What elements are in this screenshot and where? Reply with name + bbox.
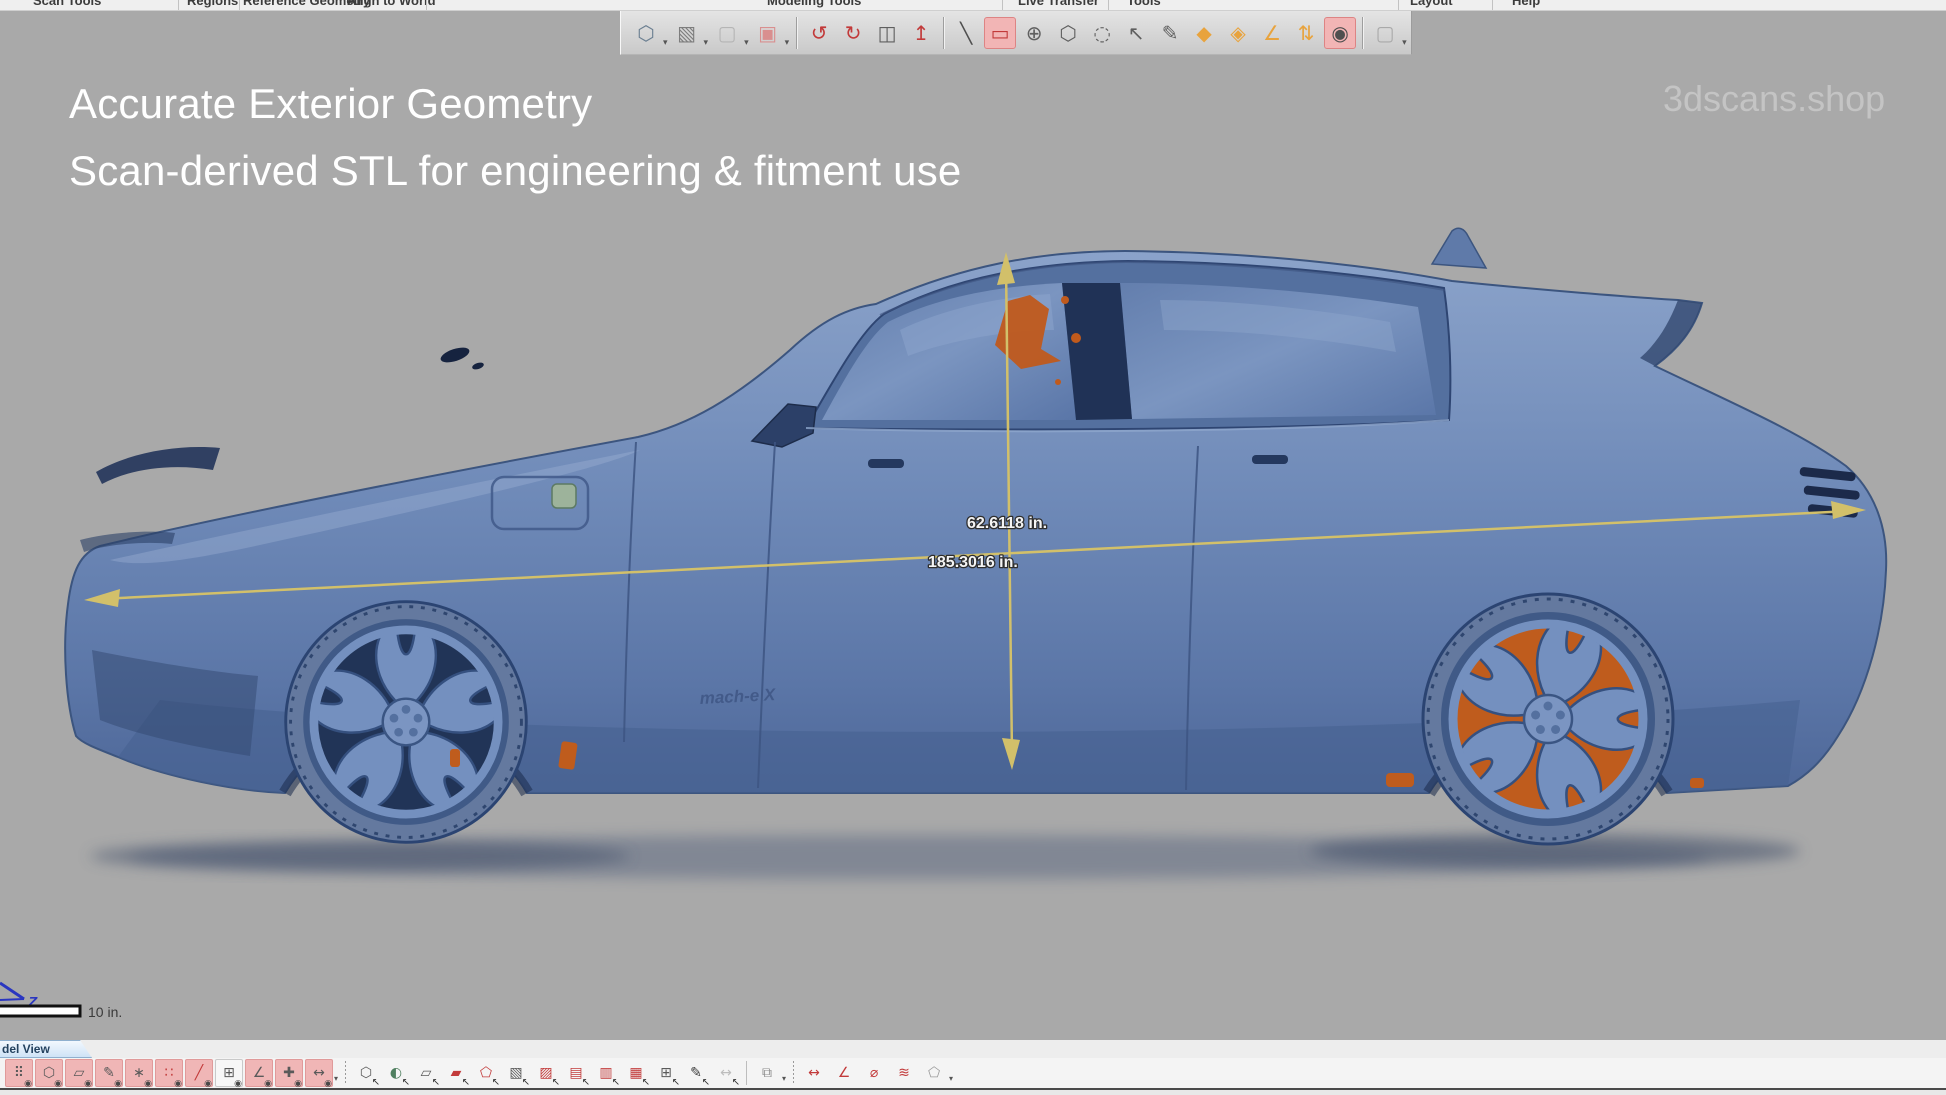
- menu-separator: [1108, 0, 1109, 10]
- measure-radius-icon[interactable]: ⌀: [860, 1059, 888, 1087]
- measure-section-icon[interactable]: ≋: [890, 1059, 918, 1087]
- menu-live-transfer[interactable]: Live Transfer: [1018, 0, 1099, 8]
- fill-connected-icon[interactable]: ◈: [1222, 17, 1254, 49]
- sketch-visibility-icon[interactable]: ✎: [95, 1059, 123, 1087]
- toolbar-separator: [345, 1061, 346, 1085]
- show-selection-icon[interactable]: ◉: [1324, 17, 1356, 49]
- point-cloud-visibility-icon[interactable]: ⠿: [5, 1059, 33, 1087]
- dropdown-arrow[interactable]: ▾: [663, 38, 668, 48]
- flip-left-icon[interactable]: ↺: [803, 17, 835, 49]
- hero-text: Accurate Exterior Geometry Scan-derived …: [69, 70, 961, 204]
- measure-disabled-icon[interactable]: ↔: [712, 1059, 740, 1087]
- select-region-icon[interactable]: ◐: [382, 1059, 410, 1087]
- status-strip: [0, 1090, 1946, 1095]
- menu-separator: [426, 0, 427, 10]
- menu-separator: [1398, 0, 1399, 10]
- dimension-visibility-icon[interactable]: ↔: [305, 1059, 333, 1087]
- dropdown-arrow[interactable]: ▾: [744, 38, 749, 48]
- dropdown-arrow[interactable]: ▾: [782, 1074, 786, 1083]
- display-toolbar: ⠿⬡▱✎∗∷╱⊞∠✚↔▾ ⬡◐▱▰⬠▧▨▤▥▦⊞✎↔ ⧉▾ ↔∠⌀≋⬠▾: [0, 1058, 1946, 1088]
- menu-tools[interactable]: Tools: [1127, 0, 1161, 8]
- select-mesh-icon[interactable]: ⬡: [352, 1059, 380, 1087]
- select-grid-icon[interactable]: ⊞: [652, 1059, 680, 1087]
- menu-regions[interactable]: Regions: [187, 0, 238, 8]
- select-box-top-icon[interactable]: ▨: [532, 1059, 560, 1087]
- selection-view-group: ⬡◐▱▰⬠▧▨▤▥▦⊞✎↔: [351, 1059, 741, 1087]
- measure-shape-icon[interactable]: ⬠: [920, 1059, 948, 1087]
- dropdown-arrow[interactable]: ▾: [949, 1074, 953, 1083]
- circle-select-icon[interactable]: ⊕: [1018, 17, 1050, 49]
- tab-model-view[interactable]: del View: [0, 1040, 92, 1058]
- main-toolbar: ⬡ ▾ ▧ ▾ ▢ ▾ ▣ ▾ ↺ ↻ ◫ ↥ ╲ ▭ ⊕ ⬡ ◌ ↖ ✎ ◆ …: [620, 11, 1412, 55]
- menu-separator: [239, 0, 240, 10]
- copy-view-icon[interactable]: ⧉: [753, 1059, 781, 1087]
- menu-separator: [178, 0, 179, 10]
- axis-visibility-icon[interactable]: ✚: [275, 1059, 303, 1087]
- freeform-select-icon[interactable]: ↖: [1120, 17, 1152, 49]
- grid-visibility-icon[interactable]: ⊞: [215, 1059, 243, 1087]
- measure-angle-icon[interactable]: ∠: [830, 1059, 858, 1087]
- fill-angle-icon[interactable]: ∠: [1256, 17, 1288, 49]
- visibility-toggle-group: ⠿⬡▱✎∗∷╱⊞∠✚↔▾: [4, 1059, 340, 1087]
- view-solid-icon[interactable]: ▧: [671, 17, 703, 49]
- menu-modeling-tools[interactable]: Modeling Tools: [767, 0, 861, 8]
- flip-right-icon[interactable]: ↻: [837, 17, 869, 49]
- line-visibility-icon[interactable]: ╱: [185, 1059, 213, 1087]
- menu-separator: [1492, 0, 1493, 10]
- lift-model-icon[interactable]: ↥: [905, 17, 937, 49]
- view-tab-strip: del View: [0, 1040, 1946, 1058]
- dropdown-arrow[interactable]: ▾: [704, 38, 709, 48]
- toolbar-separator: [796, 17, 797, 49]
- toolbar-separator: [1362, 17, 1363, 49]
- toolbar-separator: [943, 17, 944, 49]
- menu-bar: Scan Tools Regions Reference Geometry Al…: [0, 0, 1946, 11]
- fill-updown-icon[interactable]: ⇅: [1290, 17, 1322, 49]
- measurement-group: ↔∠⌀≋⬠▾: [799, 1059, 955, 1087]
- select-boundary-icon[interactable]: ⬠: [472, 1059, 500, 1087]
- point-visibility-icon[interactable]: ∗: [125, 1059, 153, 1087]
- select-plane-icon[interactable]: ▱: [412, 1059, 440, 1087]
- split-compare-icon[interactable]: ◫: [871, 17, 903, 49]
- fill-region-icon[interactable]: ◆: [1188, 17, 1220, 49]
- view-wireframe-icon[interactable]: ▢: [711, 17, 743, 49]
- measure-distance-icon[interactable]: ↔: [800, 1059, 828, 1087]
- select-box-top-fill-icon[interactable]: ▤: [562, 1059, 590, 1087]
- menu-layout[interactable]: Layout: [1410, 0, 1453, 8]
- dropdown-arrow[interactable]: ▾: [785, 38, 790, 48]
- polygon-select-icon[interactable]: ⬡: [1052, 17, 1084, 49]
- surface-visibility-icon[interactable]: ▱: [65, 1059, 93, 1087]
- clipboard-group: ⧉▾: [752, 1059, 788, 1087]
- hero-subtitle: Scan-derived STL for engineering & fitme…: [69, 137, 961, 204]
- menu-scan-tools[interactable]: Scan Tools: [33, 0, 101, 8]
- mesh-visibility-icon[interactable]: ⬡: [35, 1059, 63, 1087]
- select-box-point-icon[interactable]: ▦: [622, 1059, 650, 1087]
- polyline-visibility-icon[interactable]: ∠: [245, 1059, 273, 1087]
- snapshot-icon[interactable]: ▢: [1369, 17, 1401, 49]
- menu-separator: [1002, 0, 1003, 10]
- toolbar-separator: [793, 1061, 794, 1085]
- lasso-select-icon[interactable]: ◌: [1086, 17, 1118, 49]
- view-mesh-icon[interactable]: ⬡: [630, 17, 662, 49]
- region-visibility-icon[interactable]: ∷: [155, 1059, 183, 1087]
- view-transparent-icon[interactable]: ▣: [752, 17, 784, 49]
- rectangle-select-icon[interactable]: ▭: [984, 17, 1016, 49]
- select-box-edge-icon[interactable]: ▥: [592, 1059, 620, 1087]
- dropdown-arrow[interactable]: ▾: [1402, 38, 1407, 48]
- line-select-icon[interactable]: ╲: [950, 17, 982, 49]
- watermark: 3dscans.shop: [1663, 78, 1885, 120]
- select-plane-points-icon[interactable]: ▰: [442, 1059, 470, 1087]
- menu-align-to-world[interactable]: Align to World: [347, 0, 436, 8]
- brush-select-icon[interactable]: ✎: [1154, 17, 1186, 49]
- select-box-icon[interactable]: ▧: [502, 1059, 530, 1087]
- dropdown-arrow[interactable]: ▾: [334, 1074, 338, 1083]
- toolbar-separator: [746, 1061, 747, 1085]
- sketch-axis-icon[interactable]: ✎: [682, 1059, 710, 1087]
- hero-title: Accurate Exterior Geometry: [69, 70, 961, 137]
- menu-help[interactable]: Help: [1512, 0, 1540, 8]
